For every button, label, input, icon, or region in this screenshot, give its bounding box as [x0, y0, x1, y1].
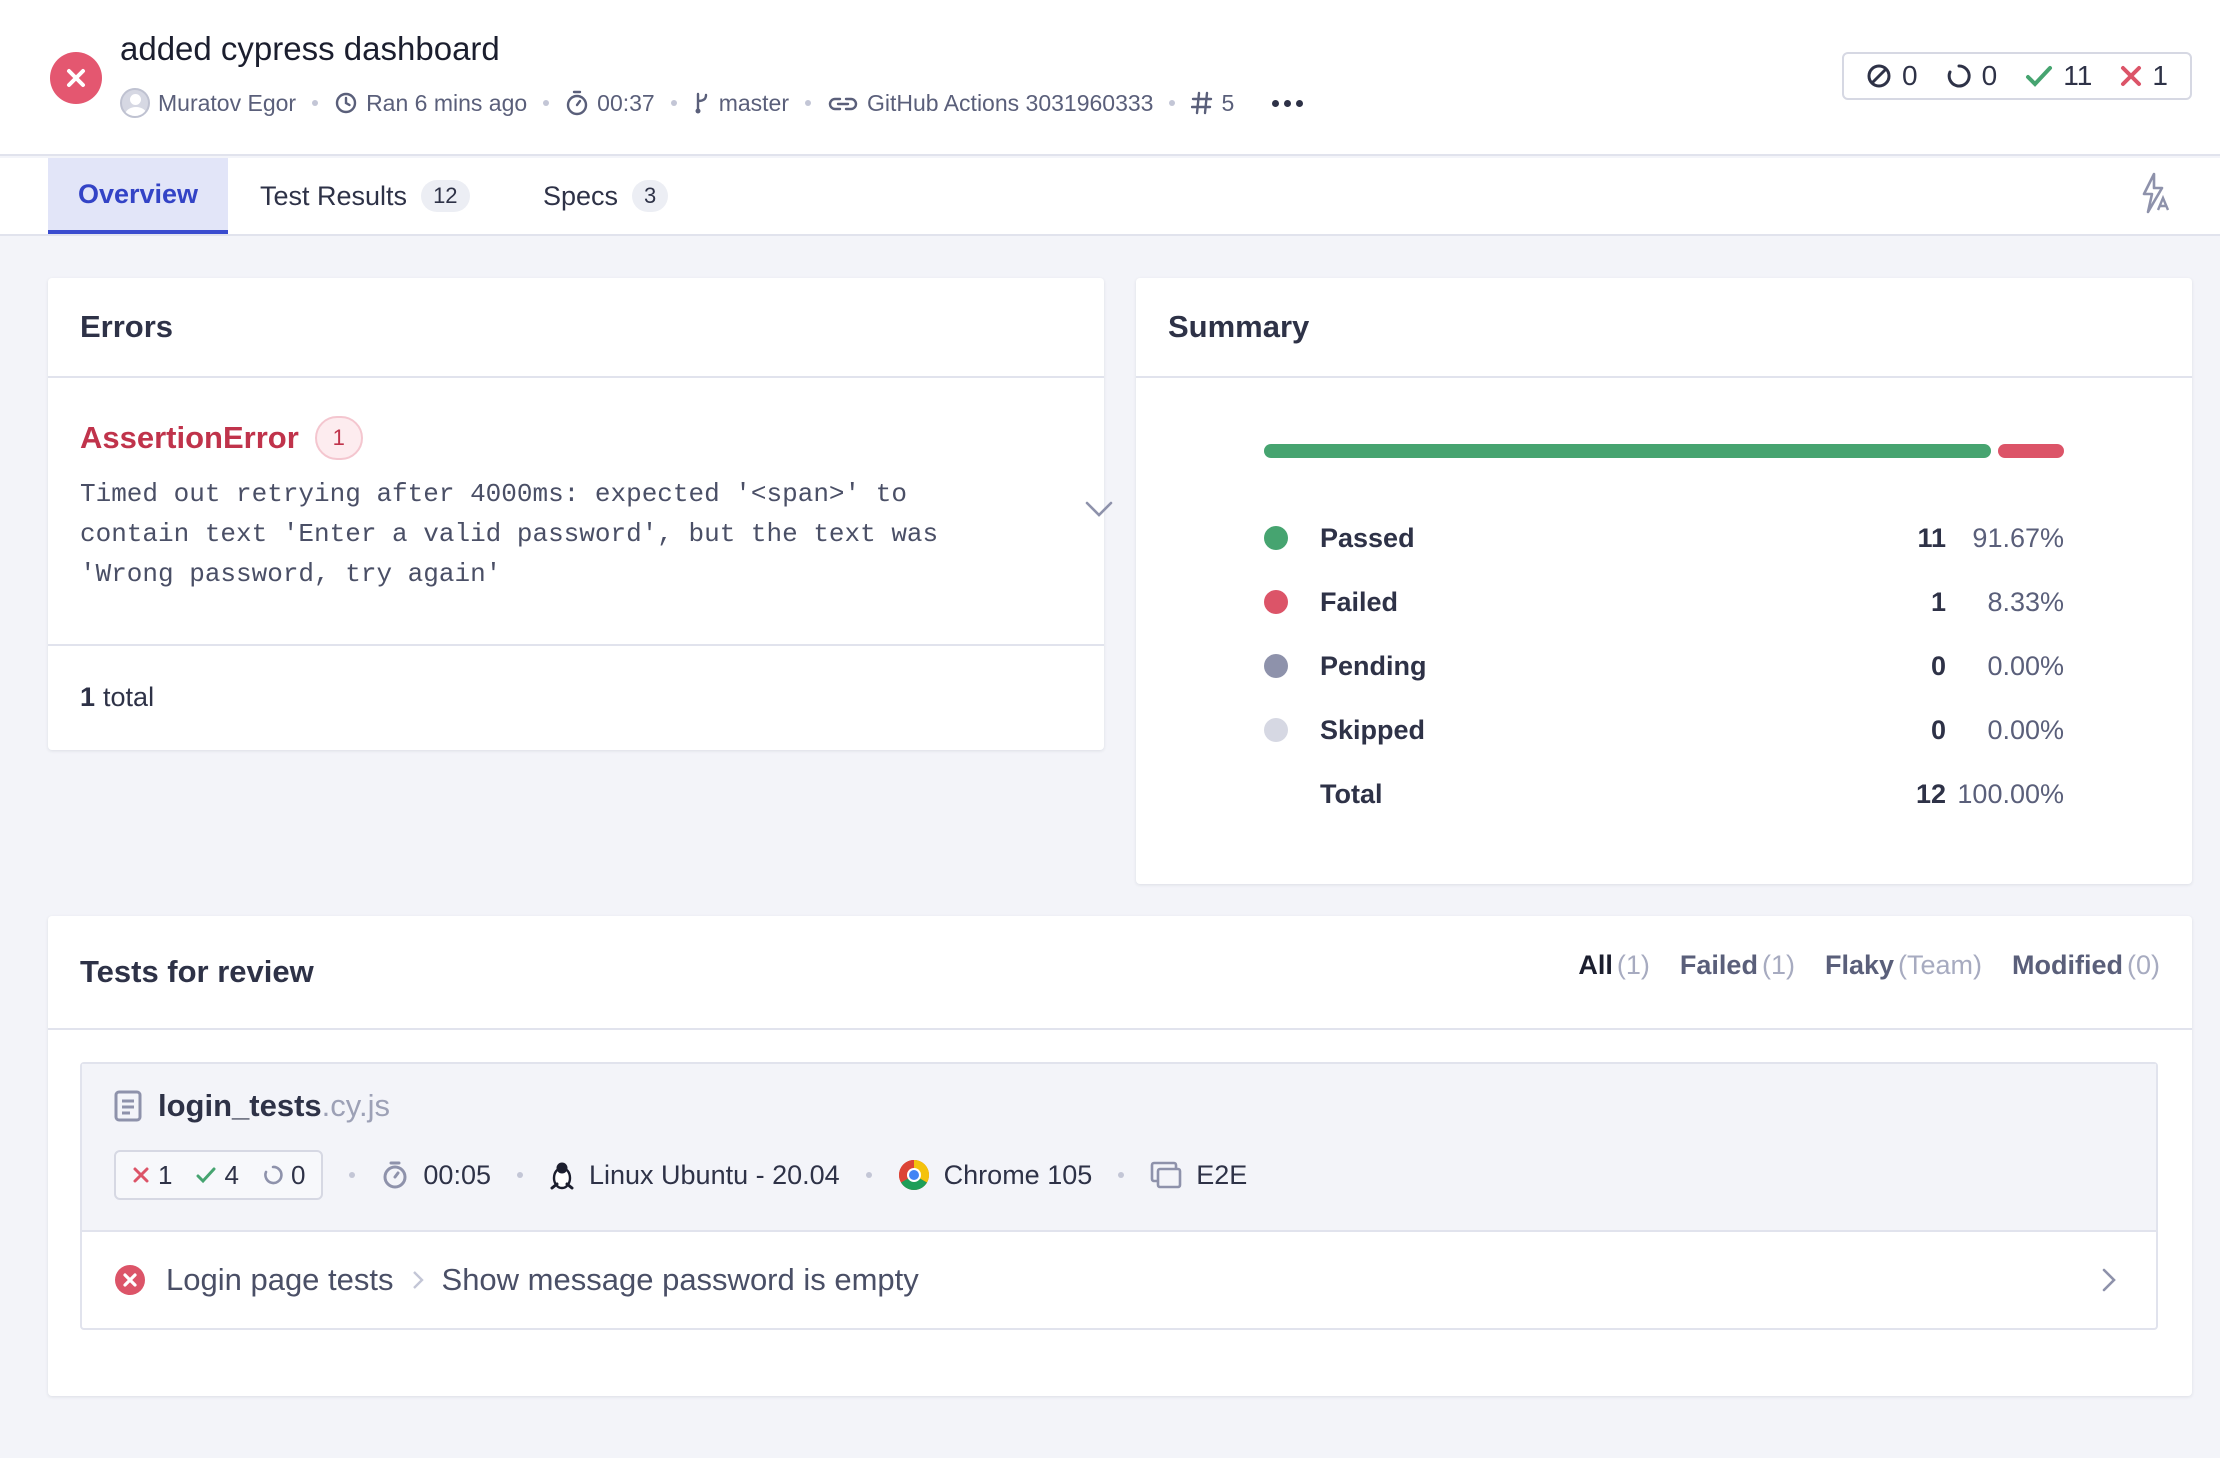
- check-icon: [196, 1167, 216, 1184]
- summary-row-pending: Pending 0 0.00%: [1264, 646, 2064, 686]
- passed-dot-icon: [1264, 526, 1288, 550]
- run-duration: 00:37: [565, 90, 655, 117]
- spec-browser: Chrome 105: [898, 1159, 1092, 1191]
- errors-card: Errors AssertionError 1 Timed out retryi…: [48, 278, 1113, 750]
- spec-passed-count: 4: [196, 1160, 239, 1191]
- summary-row-passed: Passed 11 91.67%: [1264, 518, 2064, 558]
- errors-heading: Errors: [48, 278, 1104, 378]
- filter-flaky[interactable]: Flaky (Team): [1825, 950, 1982, 981]
- test-suite-name: Login page tests: [166, 1262, 394, 1297]
- spec-header: login_tests.cy.js 1 4 0 00:05 Linux Ubun…: [82, 1064, 2156, 1232]
- branch-icon: [695, 92, 707, 114]
- failed-test-row[interactable]: Login page tests Show message password i…: [82, 1232, 2156, 1328]
- tab-overview[interactable]: Overview: [48, 158, 228, 234]
- spec-duration: 00:05: [381, 1160, 491, 1191]
- spec-test-type: E2E: [1150, 1160, 1247, 1191]
- run-counters: 0 0 11 1: [1842, 52, 2192, 100]
- spec-extension: .cy.js: [321, 1088, 390, 1123]
- skipped-counter: 0: [1866, 60, 1918, 92]
- summary-row-total: Total 12 100.00%: [1320, 778, 2064, 809]
- link-icon: [828, 97, 858, 111]
- chevron-right-icon[interactable]: [2102, 1268, 2116, 1292]
- tests-for-review-card: Tests for review All (1) Failed (1) Flaky(…: [48, 916, 2192, 1396]
- hash-icon: [1191, 91, 1213, 115]
- failed-dot-icon: [1264, 590, 1288, 614]
- error-name: AssertionError: [80, 420, 299, 455]
- run-ci[interactable]: GitHub Actions 3031960333: [827, 90, 1153, 117]
- run-header: added cypress dashboard Muratov Egor Ran…: [0, 0, 2220, 156]
- spec-pending-count: 0: [263, 1160, 305, 1191]
- cross-icon: [133, 1167, 149, 1183]
- summary-heading: Summary: [1136, 278, 2192, 378]
- tab-specs[interactable]: Specs 3: [543, 158, 669, 234]
- avatar: [120, 88, 150, 118]
- spec-group: login_tests.cy.js 1 4 0 00:05 Linux Ubun…: [80, 1062, 2158, 1330]
- spec-failed-count: 1: [132, 1160, 172, 1191]
- filter-failed[interactable]: Failed (1): [1680, 950, 1795, 981]
- spec-meta: 1 4 0 00:05 Linux Ubuntu - 20.04 Chrome …: [114, 1150, 1247, 1200]
- pending-icon: [1947, 64, 1971, 88]
- more-options-button[interactable]: [1272, 99, 1304, 107]
- stopwatch-icon: [383, 1161, 407, 1189]
- skipped-icon: [1867, 64, 1891, 88]
- run-title: added cypress dashboard: [120, 30, 500, 67]
- chevron-down-icon[interactable]: [1084, 500, 1114, 523]
- run-meta: Muratov Egor Ran 6 mins ago 00:37 master…: [120, 86, 1304, 120]
- pending-dot-icon: [1264, 654, 1288, 678]
- breadcrumb-chevron-icon: [412, 1271, 424, 1289]
- error-title-row[interactable]: AssertionError 1: [80, 416, 363, 460]
- e2e-icon: [1150, 1161, 1182, 1189]
- cross-icon: [2121, 66, 2142, 86]
- spec-counts: 1 4 0: [114, 1150, 324, 1200]
- tab-test-results[interactable]: Test Results 12: [260, 158, 470, 234]
- spec-name-row[interactable]: login_tests.cy.js: [114, 1088, 390, 1124]
- check-icon: [2026, 66, 2053, 87]
- spec-os: Linux Ubuntu - 20.04: [549, 1160, 840, 1191]
- chrome-icon: [898, 1160, 929, 1191]
- stopwatch-icon: [566, 90, 588, 116]
- tab-badge: 3: [632, 180, 669, 212]
- summary-row-failed: Failed 1 8.33%: [1264, 582, 2064, 622]
- filter-modified[interactable]: Modified (0): [2012, 950, 2160, 981]
- failed-bar-segment: [1997, 444, 2064, 458]
- summary-row-skipped: Skipped 0 0.00%: [1264, 710, 2064, 750]
- summary-card: Summary Passed 11 91.67% Failed 1 8.33% …: [1136, 278, 2192, 884]
- run-author[interactable]: Muratov Egor: [120, 88, 296, 118]
- failed-counter: 1: [2120, 60, 2168, 92]
- review-filters: All (1) Failed (1) Flaky (Team) Modified (0): [1578, 950, 2160, 981]
- run-branch[interactable]: master: [693, 90, 789, 117]
- passed-bar-segment: [1264, 444, 1991, 458]
- pending-counter: 0: [1946, 60, 1997, 92]
- run-build-number: 5: [1191, 90, 1234, 117]
- pending-icon: [264, 1165, 283, 1185]
- failed-status-icon: [115, 1265, 145, 1295]
- flaky-translate-icon[interactable]: [2138, 172, 2172, 219]
- spec-name: login_tests: [158, 1088, 322, 1123]
- clock-icon: [335, 92, 357, 114]
- filter-all[interactable]: All (1): [1578, 950, 1650, 981]
- tab-badge: 12: [421, 180, 470, 212]
- linux-icon: [550, 1162, 574, 1190]
- error-count-badge: 1: [314, 416, 363, 460]
- failed-status-icon: [50, 52, 102, 104]
- summary-progress-bar: [1264, 444, 2064, 458]
- passed-counter: 11: [2025, 60, 2092, 92]
- errors-total: 1 total: [48, 644, 1104, 748]
- tab-bar: Overview Test Results 12 Specs 3: [0, 158, 2220, 236]
- run-time: Ran 6 mins ago: [334, 90, 527, 117]
- skipped-dot-icon: [1264, 718, 1288, 742]
- error-message: Timed out retrying after 4000ms: expecte…: [80, 479, 939, 589]
- file-icon: [114, 1090, 142, 1122]
- test-title: Show message password is empty: [441, 1262, 919, 1297]
